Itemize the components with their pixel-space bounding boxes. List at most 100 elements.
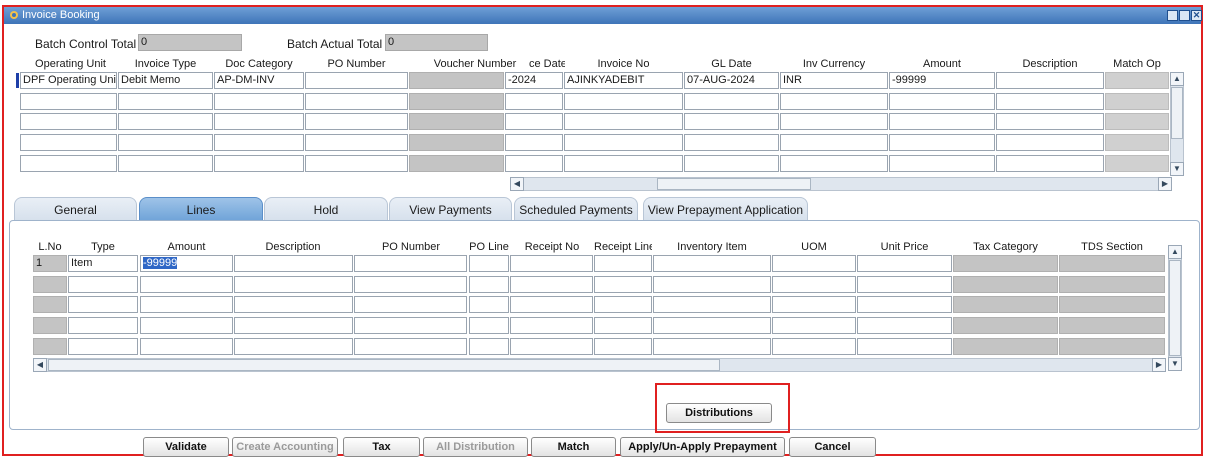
lines-cell[interactable]	[469, 255, 509, 272]
restore-icon[interactable]	[1179, 10, 1190, 21]
lines-cell[interactable]	[510, 255, 593, 272]
lines-cell[interactable]	[510, 276, 593, 293]
invoice-cell[interactable]	[305, 93, 408, 110]
lines-cell[interactable]	[140, 296, 233, 313]
invoice-cell[interactable]	[684, 113, 779, 130]
invoice-grid-vertical-scrollbar[interactable]: ▲ ▼	[1170, 72, 1184, 176]
apply-un-apply-prepayment-button[interactable]: Apply/Un-Apply Prepayment	[620, 437, 785, 457]
lines-cell[interactable]	[469, 338, 509, 355]
tab-scheduled-payments[interactable]: Scheduled Payments	[514, 197, 638, 221]
lines-cell[interactable]	[857, 276, 952, 293]
invoice-cell[interactable]: -2024	[505, 72, 563, 89]
scroll-right-icon[interactable]: ▶	[1158, 177, 1172, 191]
tab-view-payments[interactable]: View Payments	[389, 197, 512, 221]
invoice-cell[interactable]	[1105, 72, 1169, 89]
invoice-cell[interactable]	[505, 93, 563, 110]
lines-cell[interactable]: -99999	[140, 255, 233, 272]
lines-cell[interactable]	[594, 255, 652, 272]
invoice-cell[interactable]	[564, 155, 683, 172]
lines-cell[interactable]	[772, 296, 856, 313]
invoice-cell[interactable]: 07-AUG-2024	[684, 72, 779, 89]
tab-lines[interactable]: Lines	[139, 197, 263, 221]
lines-cell[interactable]	[469, 317, 509, 334]
scroll-left-icon[interactable]: ◀	[33, 358, 47, 372]
invoice-cell[interactable]: INR	[780, 72, 888, 89]
scroll-up-icon[interactable]: ▲	[1170, 72, 1184, 86]
invoice-cell[interactable]	[996, 72, 1104, 89]
lines-cell[interactable]	[234, 317, 353, 334]
lines-cell[interactable]	[234, 255, 353, 272]
lines-grid-vertical-scrollbar[interactable]: ▲ ▼	[1168, 245, 1182, 371]
invoice-cell[interactable]: AP-DM-INV	[214, 72, 304, 89]
invoice-cell[interactable]	[1105, 113, 1169, 130]
lines-cell[interactable]	[594, 338, 652, 355]
scroll-up-icon[interactable]: ▲	[1168, 245, 1182, 259]
invoice-cell[interactable]	[889, 134, 995, 151]
invoice-cell[interactable]	[505, 155, 563, 172]
invoice-cell[interactable]	[305, 155, 408, 172]
invoice-cell[interactable]	[305, 113, 408, 130]
invoice-cell[interactable]	[214, 134, 304, 151]
validate-button[interactable]: Validate	[143, 437, 229, 457]
lines-cell[interactable]	[653, 338, 771, 355]
lines-cell[interactable]	[140, 317, 233, 334]
invoice-grid-horizontal-scrollbar[interactable]: ◀ ▶	[510, 177, 1172, 191]
scroll-down-icon[interactable]: ▼	[1170, 162, 1184, 176]
invoice-cell[interactable]	[505, 134, 563, 151]
invoice-cell[interactable]	[118, 134, 213, 151]
minimize-icon[interactable]	[1167, 10, 1178, 21]
invoice-cell[interactable]	[564, 134, 683, 151]
lines-cell[interactable]	[594, 296, 652, 313]
scroll-left-icon[interactable]: ◀	[510, 177, 524, 191]
lines-cell[interactable]	[772, 276, 856, 293]
invoice-cell[interactable]	[214, 93, 304, 110]
lines-cell[interactable]	[510, 317, 593, 334]
tab-view-prepayment-application[interactable]: View Prepayment Application	[643, 197, 808, 221]
invoice-cell[interactable]	[780, 93, 888, 110]
scroll-thumb[interactable]	[657, 178, 811, 190]
lines-cell[interactable]	[772, 317, 856, 334]
lines-cell[interactable]	[653, 255, 771, 272]
invoice-cell[interactable]	[20, 134, 117, 151]
lines-cell[interactable]	[653, 296, 771, 313]
lines-cell[interactable]	[68, 296, 138, 313]
invoice-cell[interactable]	[118, 93, 213, 110]
lines-cell[interactable]	[354, 276, 467, 293]
invoice-cell[interactable]	[889, 113, 995, 130]
lines-grid-horizontal-scrollbar[interactable]: ◀ ▶	[33, 358, 1166, 372]
invoice-cell[interactable]	[1105, 93, 1169, 110]
lines-cell[interactable]	[354, 255, 467, 272]
invoice-cell[interactable]	[305, 134, 408, 151]
invoice-cell[interactable]	[996, 134, 1104, 151]
create-accounting-button[interactable]: Create Accounting	[232, 437, 338, 457]
lines-cell[interactable]	[234, 296, 353, 313]
lines-cell[interactable]	[354, 317, 467, 334]
lines-cell[interactable]	[140, 338, 233, 355]
lines-cell[interactable]: Item	[68, 255, 138, 272]
lines-cell[interactable]	[140, 276, 233, 293]
scroll-down-icon[interactable]: ▼	[1168, 357, 1182, 371]
invoice-cell[interactable]	[780, 113, 888, 130]
invoice-cell[interactable]	[1105, 155, 1169, 172]
invoice-cell[interactable]	[1105, 134, 1169, 151]
lines-cell[interactable]	[594, 276, 652, 293]
lines-cell[interactable]	[857, 255, 952, 272]
lines-cell[interactable]	[68, 317, 138, 334]
tab-hold[interactable]: Hold	[264, 197, 388, 221]
invoice-cell[interactable]	[20, 93, 117, 110]
lines-cell[interactable]	[772, 255, 856, 272]
invoice-cell[interactable]	[214, 113, 304, 130]
match-button[interactable]: Match	[531, 437, 616, 457]
invoice-cell[interactable]	[20, 113, 117, 130]
lines-cell[interactable]	[772, 338, 856, 355]
lines-cell[interactable]	[234, 338, 353, 355]
lines-cell[interactable]	[510, 296, 593, 313]
lines-cell[interactable]	[857, 338, 952, 355]
invoice-cell[interactable]	[20, 155, 117, 172]
invoice-cell[interactable]	[305, 72, 408, 89]
cancel-button[interactable]: Cancel	[789, 437, 876, 457]
lines-cell[interactable]	[354, 296, 467, 313]
scroll-thumb[interactable]	[48, 359, 720, 371]
invoice-cell[interactable]	[564, 93, 683, 110]
invoice-cell[interactable]	[118, 113, 213, 130]
